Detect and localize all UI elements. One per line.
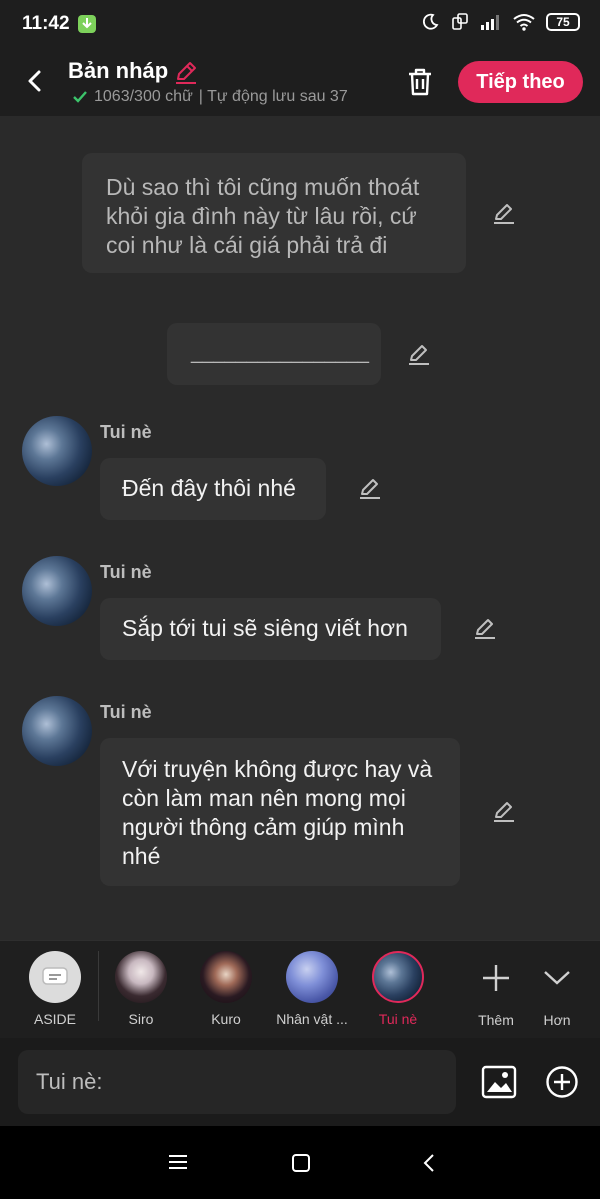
avatar[interactable] (22, 556, 92, 626)
autosave-status: | Tự động lưu sau 37 (198, 88, 348, 105)
status-time: 11:42 (22, 13, 70, 34)
menu-icon (169, 1155, 187, 1169)
message-input[interactable]: Tui nè: (18, 1050, 456, 1114)
pencil-icon (176, 62, 196, 84)
back-button[interactable] (18, 64, 52, 98)
chevron-left-icon (28, 70, 41, 92)
chevron-down-icon (544, 971, 570, 985)
edit-message-button[interactable] (491, 200, 517, 226)
avatar (200, 951, 252, 1003)
character-label: Tui nè (378, 1011, 418, 1027)
character-label: Kuro (211, 1011, 241, 1027)
pencil-icon (494, 802, 514, 822)
pencil-icon (475, 619, 495, 639)
image-icon (481, 1065, 517, 1099)
edit-message-button[interactable] (472, 615, 498, 641)
character-kuro[interactable]: Kuro (181, 951, 271, 1027)
image-button[interactable] (481, 1064, 517, 1100)
character-tui-ne[interactable]: Tui nè (353, 951, 443, 1027)
trash-icon (409, 68, 431, 96)
pencil-icon (360, 479, 380, 499)
wifi-icon (513, 14, 535, 31)
battery-level: 75 (556, 15, 570, 29)
square-icon (292, 1154, 310, 1172)
edit-message-button[interactable] (406, 341, 432, 367)
narration-bubble[interactable]: ________________ (167, 323, 381, 385)
character-label: Siro (128, 1011, 154, 1027)
character-name: Tui nè (100, 702, 152, 722)
character-siro[interactable]: Siro (96, 951, 186, 1027)
check-icon (73, 91, 87, 103)
more-button[interactable]: Hơn (527, 951, 587, 1028)
page-title: Bản nháp (68, 58, 169, 83)
avatar (115, 951, 167, 1003)
moon-icon (422, 13, 439, 30)
character-name: Tui nè (100, 562, 152, 582)
system-nav-bar (0, 1126, 600, 1199)
aside-icon (29, 951, 81, 1003)
download-icon (78, 15, 96, 33)
word-count: 1063/300 chữ (94, 88, 193, 105)
edit-message-button[interactable] (357, 475, 383, 501)
more-label: Hơn (543, 1012, 571, 1028)
input-bar: Tui nè: (0, 1038, 600, 1126)
character-name: Tui nè (100, 422, 152, 442)
character-label: Nhân vật ... (276, 1011, 348, 1027)
plus-icon (483, 965, 509, 991)
message-bubble[interactable]: Đến đây thôi nhé (100, 458, 326, 520)
character-nhan-vat[interactable]: Nhân vật ... (267, 951, 357, 1027)
menu-button[interactable] (166, 1152, 190, 1177)
header: Bản nháp 1063/300 chữ | Tự động lưu sau … (0, 52, 600, 116)
edit-title-button[interactable] (172, 58, 200, 86)
system-back-button[interactable] (418, 1151, 440, 1180)
battery-indicator: 75 (546, 13, 580, 31)
avatar (286, 951, 338, 1003)
rotate-icon (452, 13, 468, 30)
avatar[interactable] (22, 416, 92, 486)
message-bubble[interactable]: Sắp tới tui sẽ siêng viết hơn (100, 598, 441, 660)
character-aside[interactable]: ASIDE (10, 951, 100, 1027)
next-button[interactable]: Tiếp theo (458, 61, 583, 103)
home-button[interactable] (290, 1152, 312, 1179)
character-label: ASIDE (33, 1011, 76, 1027)
story-content[interactable]: Dù sao thì tôi cũng muốn thoát khỏi gia … (0, 116, 600, 940)
status-bar: 11:42 75 (0, 0, 600, 52)
avatar (372, 951, 424, 1003)
delete-button[interactable] (402, 64, 438, 100)
triangle-back-icon (423, 1154, 434, 1172)
avatar[interactable] (22, 696, 92, 766)
pencil-icon (494, 204, 514, 224)
add-button[interactable] (545, 1065, 579, 1099)
character-selector: ASIDE Siro Kuro Nhân vật ... Tui nè Thêm… (0, 940, 600, 1039)
signal-icon (481, 15, 499, 30)
plus-circle-icon (546, 1066, 578, 1098)
edit-message-button[interactable] (491, 798, 517, 824)
narration-bubble[interactable]: Dù sao thì tôi cũng muốn thoát khỏi gia … (82, 153, 466, 273)
message-bubble[interactable]: Với truyện không được hay và còn làm man… (100, 738, 460, 886)
pencil-icon (409, 345, 429, 365)
draft-info: 1063/300 chữ | Tự động lưu sau 37 (72, 88, 382, 106)
